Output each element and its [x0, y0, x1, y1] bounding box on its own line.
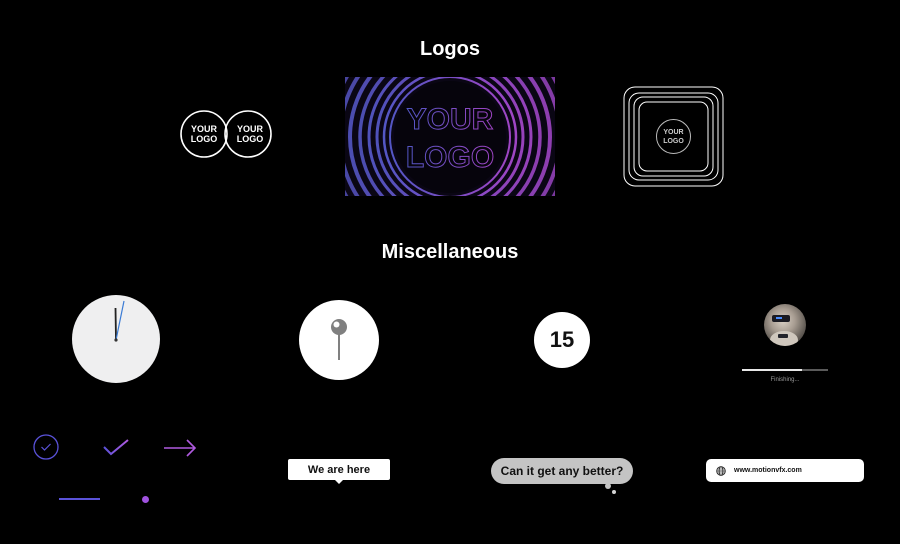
thought-bubble-dot	[605, 483, 611, 489]
tunnel-text-2: LOGO	[406, 141, 494, 174]
misc-section-title: Miscellaneous	[381, 241, 519, 263]
line-shape	[59, 498, 100, 500]
clock-icon	[72, 295, 160, 383]
logo-two-circles: YOUR LOGO YOUR LOGO	[180, 110, 272, 158]
thought-bubble: Can it get any better?	[491, 458, 633, 484]
tooltip-we-are-here: We are here	[288, 459, 390, 480]
logo-right-text-1: YOUR	[237, 124, 264, 134]
url-bar[interactable]: www.motionvfx.com	[706, 459, 864, 482]
logo-gradient-tunnel: YOUR LOGO	[345, 77, 555, 196]
check-circle-icon	[33, 434, 59, 460]
tooltip-tail	[335, 480, 343, 484]
progress-fill	[742, 369, 803, 371]
number-badge: 15	[534, 312, 590, 368]
arrow-right-icon	[164, 439, 197, 457]
thought-bubble-dot	[612, 490, 616, 494]
logo-nested-squares: YOUR LOGO	[623, 86, 724, 187]
logos-section-title: Logos	[420, 38, 480, 60]
check-icon	[103, 439, 129, 456]
logo-left-text-1: YOUR	[191, 124, 218, 134]
squares-text-1: YOUR	[663, 129, 683, 136]
dot-shape	[142, 496, 149, 503]
progress-status-label: Finishing...	[770, 377, 800, 383]
logo-right-text-2: LOGO	[237, 134, 264, 144]
squares-text-2: LOGO	[663, 138, 684, 145]
clock-second-hand	[115, 300, 125, 341]
globe-icon	[716, 465, 726, 476]
map-pin-badge	[299, 300, 379, 380]
pin-icon	[331, 319, 347, 360]
url-text: www.motionvfx.com	[734, 467, 802, 474]
progress-bar	[742, 369, 828, 371]
clock-minute-hand	[114, 307, 117, 341]
tunnel-text-1: YOUR	[407, 103, 494, 136]
avatar	[764, 304, 806, 346]
logo-left-text-2: LOGO	[191, 134, 218, 144]
